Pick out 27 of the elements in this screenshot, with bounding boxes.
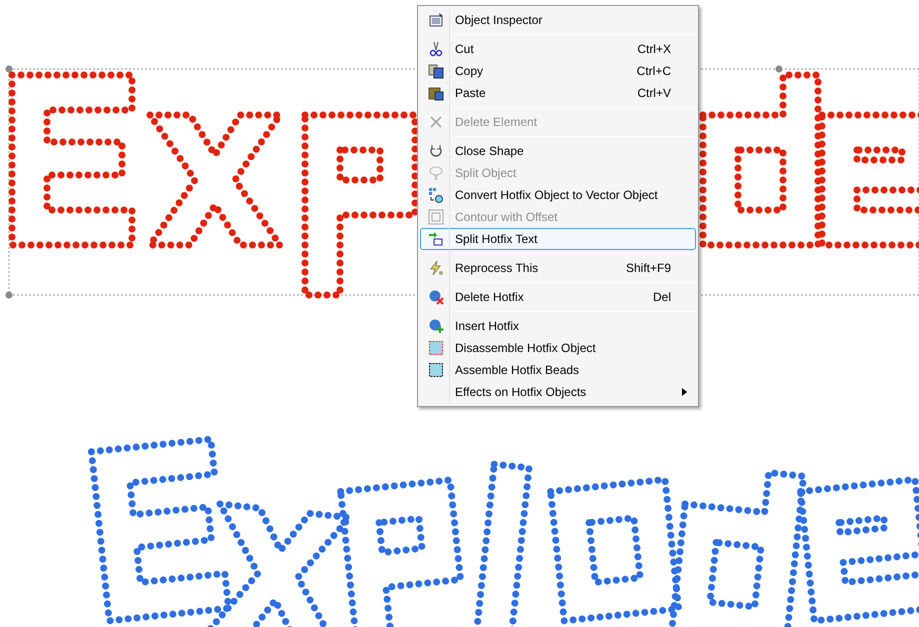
lightning-icon	[428, 260, 444, 276]
menu-item[interactable]: Convert Hotfix Object to Vector Object	[420, 184, 696, 206]
menu-item[interactable]: Cut Ctrl+X	[420, 38, 696, 60]
menu-item[interactable]: Split Hotfix Text	[420, 228, 696, 250]
paste-icon	[428, 85, 444, 101]
menu-item[interactable]: Assemble Hotfix Beads	[420, 359, 696, 381]
nested-squares-icon	[428, 209, 444, 225]
menu-item[interactable]: Delete Hotfix Del	[420, 286, 696, 308]
ball-cross-icon	[428, 289, 444, 305]
dotted-square-icon	[428, 340, 444, 356]
menu-item[interactable]: Close Shape	[420, 140, 696, 162]
menu-item[interactable]: Paste Ctrl+V	[420, 82, 696, 104]
menu-item[interactable]: Insert Hotfix	[420, 315, 696, 337]
copy-icon	[428, 63, 444, 79]
dotted-square-icon	[428, 362, 444, 378]
scissors-icon	[428, 41, 444, 57]
lasso-icon	[428, 165, 444, 181]
menu-item[interactable]: Copy Ctrl+C	[420, 60, 696, 82]
ball-plus-icon	[428, 318, 444, 334]
menu-item[interactable]: Disassemble Hotfix Object	[420, 337, 696, 359]
menu-item[interactable]: Reprocess This Shift+F9	[420, 257, 696, 279]
arrow-square-icon	[428, 231, 444, 247]
cross-icon	[428, 114, 444, 130]
menu-item[interactable]: Object Inspector	[420, 9, 696, 31]
grid-circle-icon	[428, 187, 444, 203]
menu-item[interactable]: Effects on Hotfix Objects	[420, 381, 696, 403]
inspector-icon	[428, 12, 444, 28]
